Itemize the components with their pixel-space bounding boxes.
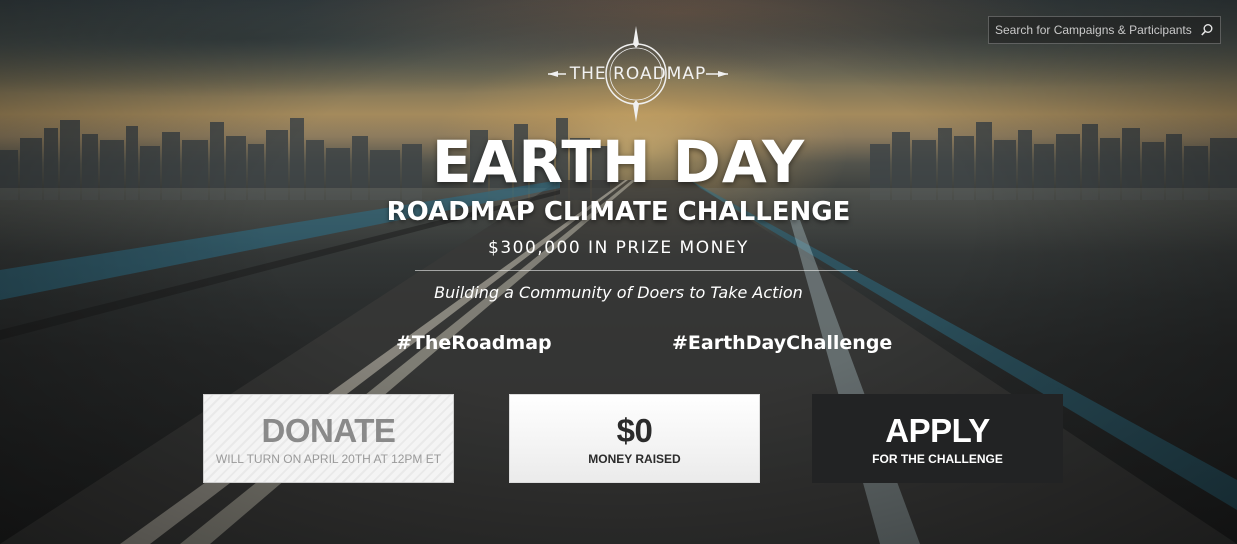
money-raised-value: $0 [616, 411, 653, 449]
apply-button[interactable]: APPLY FOR THE CHALLENGE [812, 394, 1063, 483]
donate-button[interactable]: DONATE WILL TURN ON APRIL 20TH AT 12PM E… [203, 394, 454, 483]
hashtag-theroadmap[interactable]: #TheRoadmap [396, 332, 552, 354]
donate-subtitle: WILL TURN ON APRIL 20TH AT 12PM ET [215, 451, 442, 466]
search-input[interactable] [995, 23, 1200, 37]
money-raised-box: $0 MONEY RAISED [509, 394, 760, 483]
search-icon[interactable] [1200, 23, 1214, 37]
hashtag-earthdaychallenge[interactable]: #EarthDayChallenge [672, 332, 892, 354]
divider [415, 270, 858, 271]
page-subtitle: ROADMAP CLIMATE CHALLENGE [386, 197, 851, 227]
page-title: EARTH DAY [431, 128, 806, 196]
donate-title: DONATE [261, 411, 396, 449]
logo-text: THE ROADMAP [569, 64, 707, 84]
search-box[interactable] [988, 16, 1221, 44]
prize-money: $300,000 IN PRIZE MONEY [488, 238, 749, 258]
money-raised-label: MONEY RAISED [588, 451, 681, 466]
apply-subtitle: FOR THE CHALLENGE [872, 451, 1003, 466]
hero-banner: THE ROADMAP EARTH DAY ROADMAP CLIMATE CH… [0, 0, 1237, 544]
apply-title: APPLY [885, 411, 990, 449]
tagline: Building a Community of Doers to Take Ac… [434, 283, 803, 302]
roadmap-logo[interactable]: THE ROADMAP [548, 22, 728, 132]
